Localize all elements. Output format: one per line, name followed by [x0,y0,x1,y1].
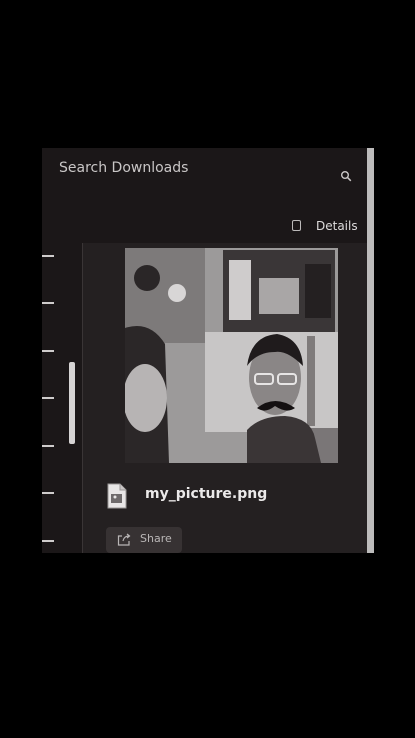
image-file-icon [107,483,127,509]
scrollbar-thumb[interactable] [69,362,75,444]
search-icon[interactable] [340,170,352,182]
downloads-window: Search Downloads Details my_picture.png … [42,148,374,553]
ruler-tick [42,540,54,542]
share-icon [117,533,131,546]
details-label[interactable]: Details [316,219,358,233]
ruler-tick [42,302,54,304]
details-checkbox[interactable] [292,220,301,231]
ruler-tick [42,445,54,447]
file-name[interactable]: my_picture.png [145,486,267,502]
share-label: Share [140,532,172,545]
ruler-tick [42,492,54,494]
download-item-panel[interactable]: my_picture.png Share [82,243,374,553]
search-downloads-field[interactable]: Search Downloads [59,160,188,176]
ruler-tick [42,397,54,399]
download-file-row[interactable]: my_picture.png [107,483,367,513]
share-button[interactable]: Share [106,527,182,553]
window-edge [367,148,374,553]
image-preview[interactable] [125,248,338,463]
ruler-tick [42,255,54,257]
ruler-tick [42,350,54,352]
timeline-ruler [42,244,82,553]
